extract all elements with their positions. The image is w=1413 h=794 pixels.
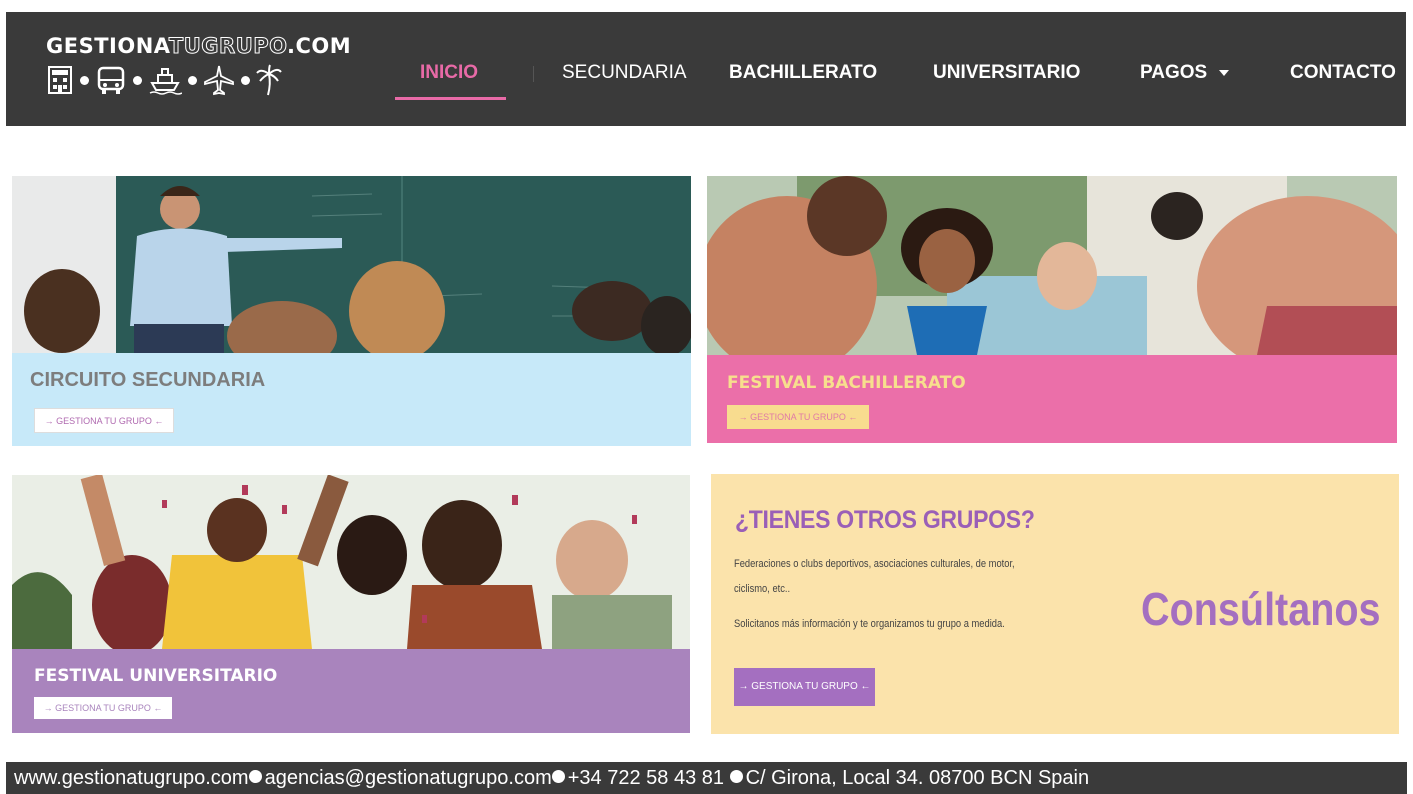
bullet-icon [729, 770, 743, 784]
nav-item-pagos[interactable]: PAGOS [1140, 62, 1230, 84]
logo-wordmark: GESTIONATUGRUPO.COM [46, 34, 352, 59]
bullet-icon [551, 770, 565, 784]
logo-text-part1: GESTIONA [46, 34, 169, 58]
logo-text-part2: TUGRUPO [168, 34, 288, 59]
nav-item-universitario[interactable]: UNIVERSITARIO [933, 62, 1080, 84]
nav-item-secundaria[interactable]: SECUNDARIA [562, 62, 687, 84]
footer-phone[interactable]: +34 722 58 43 81 [568, 767, 724, 789]
card-title: FESTIVAL BACHILLERATO [727, 373, 966, 393]
university-festival-photo [12, 475, 690, 649]
card-festival-universitario[interactable]: FESTIVAL UNIVERSITARIO → GESTIONA TU GRU… [12, 475, 690, 733]
card-festival-bachillerato[interactable]: FESTIVAL BACHILLERATO → GESTIONA TU GRUP… [707, 176, 1397, 443]
pool-party-photo [707, 176, 1397, 355]
card-description-line: ciclismo, etc.. [734, 583, 791, 595]
card-description-line: Federaciones o clubs deportivos, asociac… [734, 558, 1015, 570]
card-title: FESTIVAL UNIVERSITARIO [34, 666, 278, 686]
footer-website[interactable]: www.gestionatugrupo.com [14, 767, 249, 789]
logo-text-part3: .COM [287, 34, 352, 58]
card-title: ¿TIENES OTROS GRUPOS? [735, 506, 1035, 534]
footer-email[interactable]: agencias@gestionatugrupo.com [265, 767, 552, 789]
classroom-photo [12, 176, 691, 353]
card-title: CIRCUITO SECUNDARIA [30, 369, 266, 391]
card-otros-grupos: ¿TIENES OTROS GRUPOS? Federaciones o clu… [711, 474, 1399, 734]
site-header: GESTIONATUGRUPO.COM INICIO SECUNDARIA BA… [6, 12, 1406, 126]
chevron-down-icon [1219, 69, 1230, 76]
nav-item-bachillerato[interactable]: BACHILLERATO [729, 62, 877, 84]
nav-item-contacto[interactable]: CONTACTO [1290, 62, 1396, 84]
active-nav-indicator [395, 97, 506, 100]
gestiona-tu-grupo-button[interactable]: → GESTIONA TU GRUPO ← [34, 408, 174, 433]
gestiona-tu-grupo-button[interactable]: → GESTIONA TU GRUPO ← [734, 668, 875, 706]
contact-footer: www.gestionatugrupo.com agencias@gestiona… [6, 762, 1407, 794]
bullet-icon [248, 770, 262, 784]
main-nav: INICIO SECUNDARIA BACHILLERATO UNIVERSIT… [6, 62, 1406, 86]
nav-item-inicio[interactable]: INICIO [420, 62, 478, 84]
consultanos-heading: Consúltanos [1141, 583, 1381, 635]
nav-divider [533, 66, 534, 82]
card-band [707, 355, 1397, 443]
gestiona-tu-grupo-button[interactable]: → GESTIONA TU GRUPO ← [727, 405, 869, 429]
gestiona-tu-grupo-button[interactable]: → GESTIONA TU GRUPO ← [34, 697, 172, 719]
card-circuito-secundaria[interactable]: CIRCUITO SECUNDARIA → GESTIONA TU GRUPO … [12, 176, 691, 446]
nav-item-pagos-label: PAGOS [1140, 62, 1208, 83]
card-band [12, 649, 690, 733]
footer-address: C/ Girona, Local 34. 08700 BCN Spain [745, 767, 1090, 789]
card-description-line: Solicitanos más información y te organiz… [734, 618, 1005, 630]
